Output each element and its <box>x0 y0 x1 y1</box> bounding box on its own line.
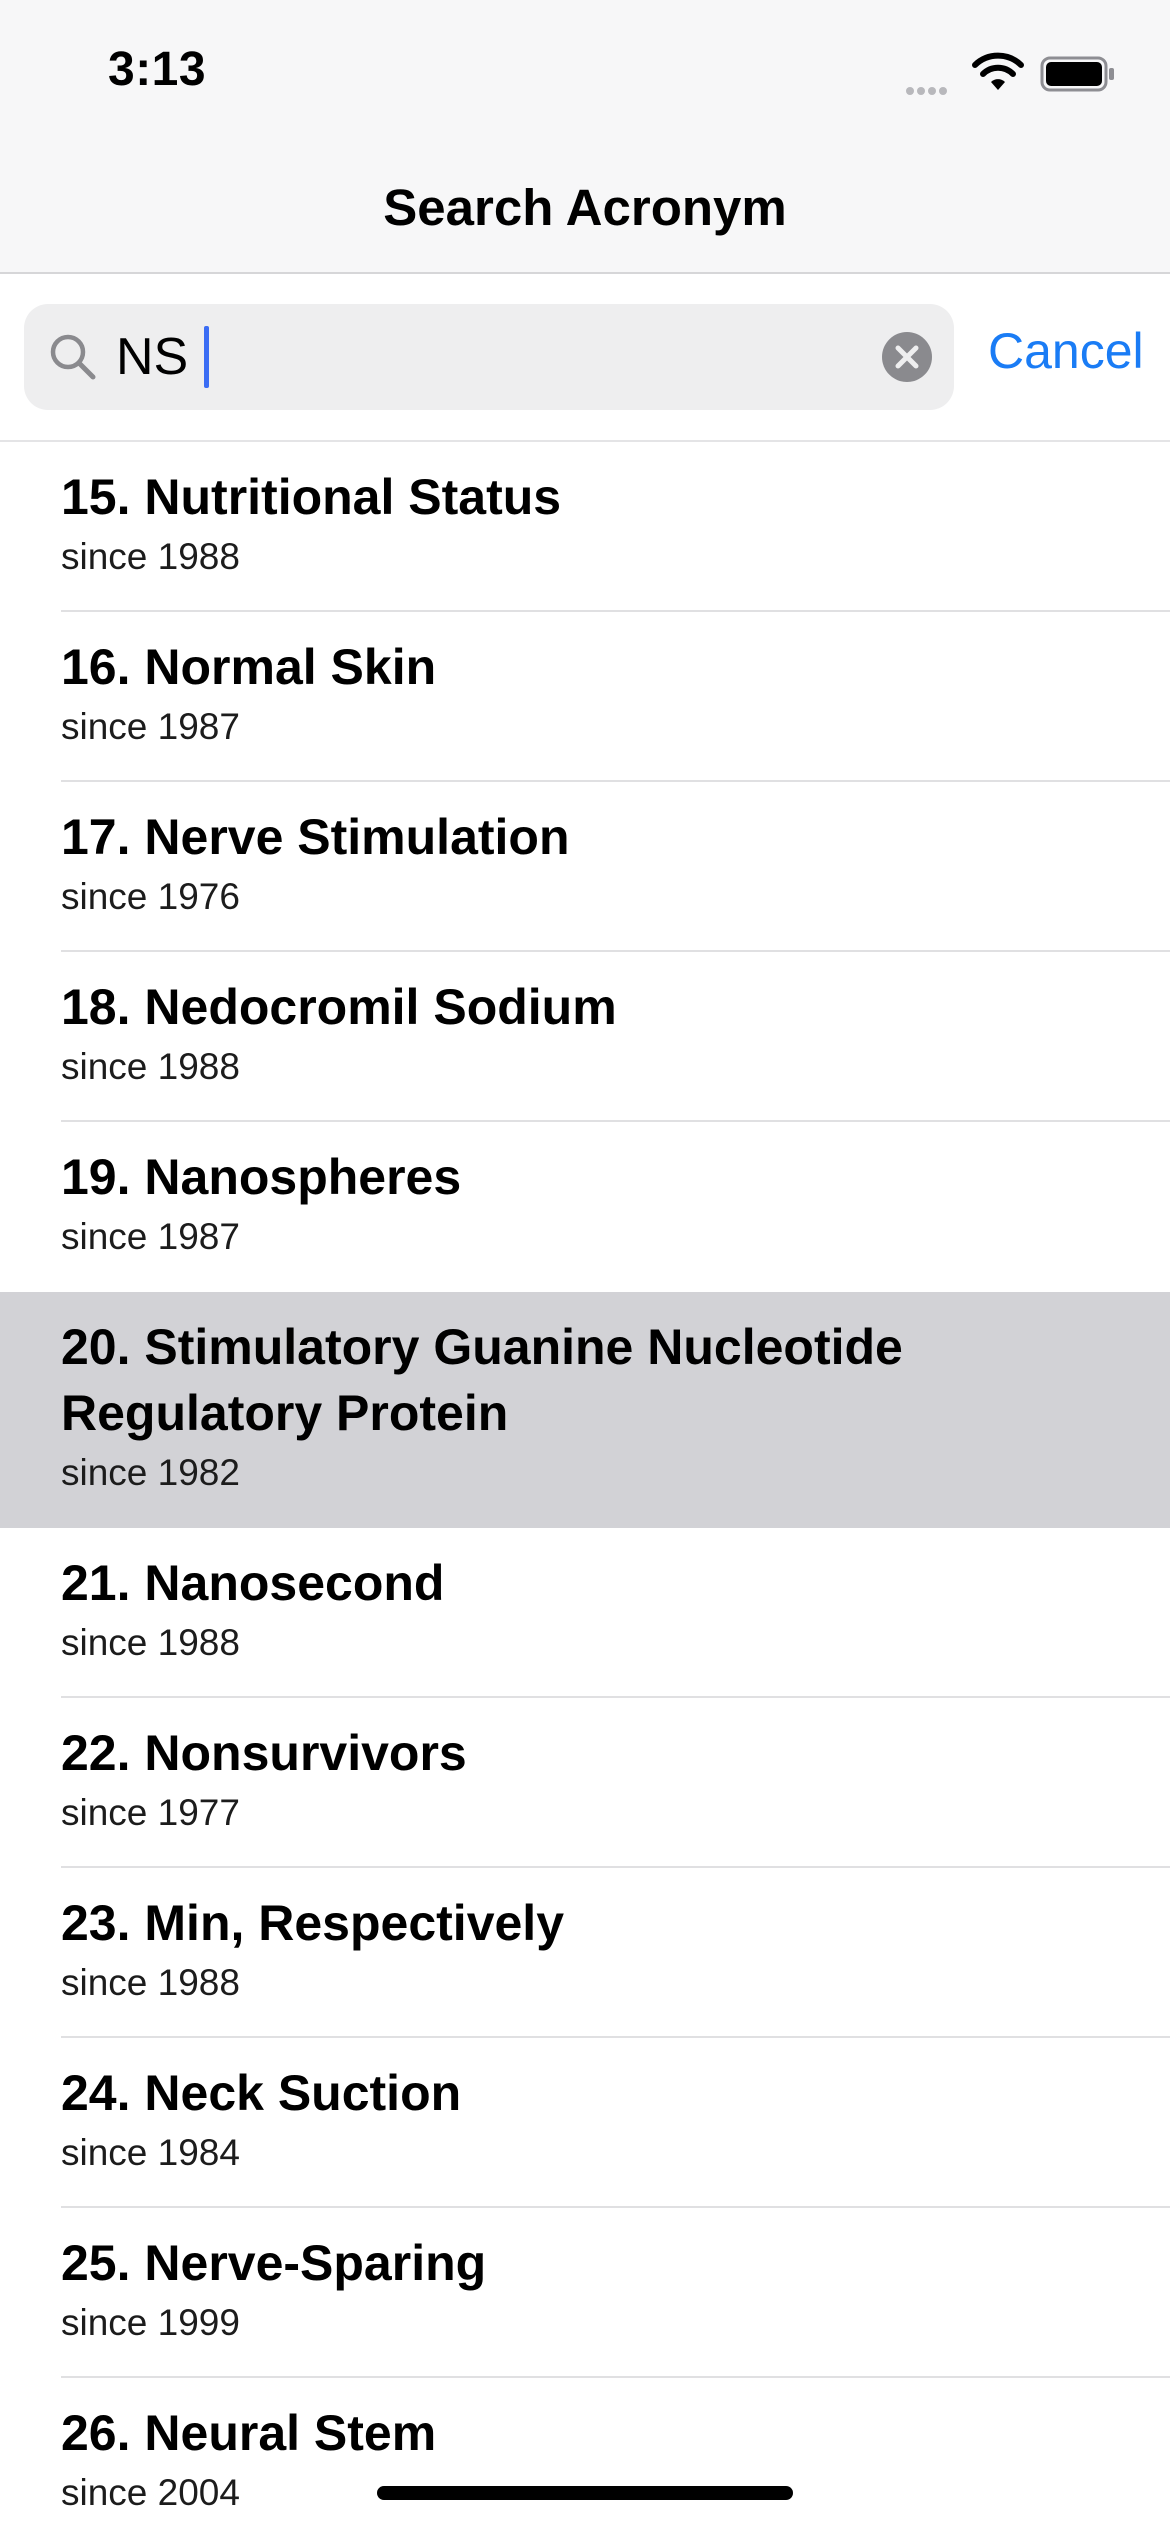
acronym-since: since 1999 <box>61 2302 240 2343</box>
acronym-since: since 1987 <box>61 1216 240 1257</box>
acronym-title: 21. Nanosecond <box>61 1555 445 1611</box>
list-item-selected[interactable]: 20. Stimulatory Guanine Nucleotide Regul… <box>0 1292 1170 1528</box>
navigation-bar: Search Acronym <box>0 140 1170 274</box>
acronym-since: since 1988 <box>61 1622 240 1663</box>
acronym-title: 20. Stimulatory Guanine Nucleotide Regul… <box>61 1319 903 1441</box>
acronym-title: 25. Nerve-Sparing <box>61 2235 487 2291</box>
acronym-title: 16. Normal Skin <box>61 639 437 695</box>
wifi-icon <box>972 52 1024 90</box>
list-item[interactable]: 24. Neck Suction since 1984 <box>0 2038 1170 2208</box>
acronym-title: 17. Nerve Stimulation <box>61 809 570 865</box>
status-time: 3:13 <box>108 43 207 96</box>
results-list: 15. Nutritional Status since 1988 16. No… <box>0 442 1170 2548</box>
cellular-signal-icon <box>906 82 950 100</box>
clear-text-icon[interactable] <box>880 330 934 384</box>
list-item[interactable]: 17. Nerve Stimulation since 1976 <box>0 782 1170 952</box>
acronym-since: since 1988 <box>61 1962 240 2003</box>
list-item[interactable]: 26. Neural Stem since 2004 <box>0 2378 1170 2548</box>
acronym-since: since 1982 <box>61 1452 240 1493</box>
acronym-since: since 1977 <box>61 1792 240 1833</box>
acronym-title: 19. Nanospheres <box>61 1149 462 1205</box>
list-item[interactable]: 16. Normal Skin since 1987 <box>0 612 1170 782</box>
search-bar: Cancel <box>0 274 1170 442</box>
acronym-since: since 1984 <box>61 2132 240 2173</box>
acronym-title: 26. Neural Stem <box>61 2405 437 2461</box>
acronym-since: since 1987 <box>61 706 240 747</box>
list-item[interactable]: 21. Nanosecond since 1988 <box>0 1528 1170 1698</box>
acronym-title: 18. Nedocromil Sodium <box>61 979 617 1035</box>
search-input[interactable] <box>116 324 876 390</box>
status-bar: 3:13 <box>0 0 1170 140</box>
search-icon <box>50 334 96 380</box>
list-item[interactable]: 15. Nutritional Status since 1988 <box>0 442 1170 612</box>
acronym-since: since 1988 <box>61 536 240 577</box>
list-item[interactable]: 22. Nonsurvivors since 1977 <box>0 1698 1170 1868</box>
list-item[interactable]: 25. Nerve-Sparing since 1999 <box>0 2208 1170 2378</box>
list-item[interactable]: 19. Nanospheres since 1987 <box>0 1122 1170 1292</box>
acronym-title: 15. Nutritional Status <box>61 469 562 525</box>
acronym-title: 24. Neck Suction <box>61 2065 462 2121</box>
acronym-title: 22. Nonsurvivors <box>61 1725 467 1781</box>
acronym-since: since 2004 <box>61 2472 240 2513</box>
search-field[interactable] <box>24 304 954 410</box>
home-indicator[interactable] <box>377 2486 793 2500</box>
list-item[interactable]: 23. Min, Respectively since 1988 <box>0 1868 1170 2038</box>
text-caret <box>204 326 209 388</box>
acronym-title: 23. Min, Respectively <box>61 1895 565 1951</box>
acronym-since: since 1976 <box>61 876 240 917</box>
acronym-since: since 1988 <box>61 1046 240 1087</box>
list-item[interactable]: 18. Nedocromil Sodium since 1988 <box>0 952 1170 1122</box>
battery-icon <box>1040 56 1114 92</box>
cancel-button[interactable]: Cancel <box>988 322 1144 380</box>
page-title: Search Acronym <box>383 179 787 236</box>
